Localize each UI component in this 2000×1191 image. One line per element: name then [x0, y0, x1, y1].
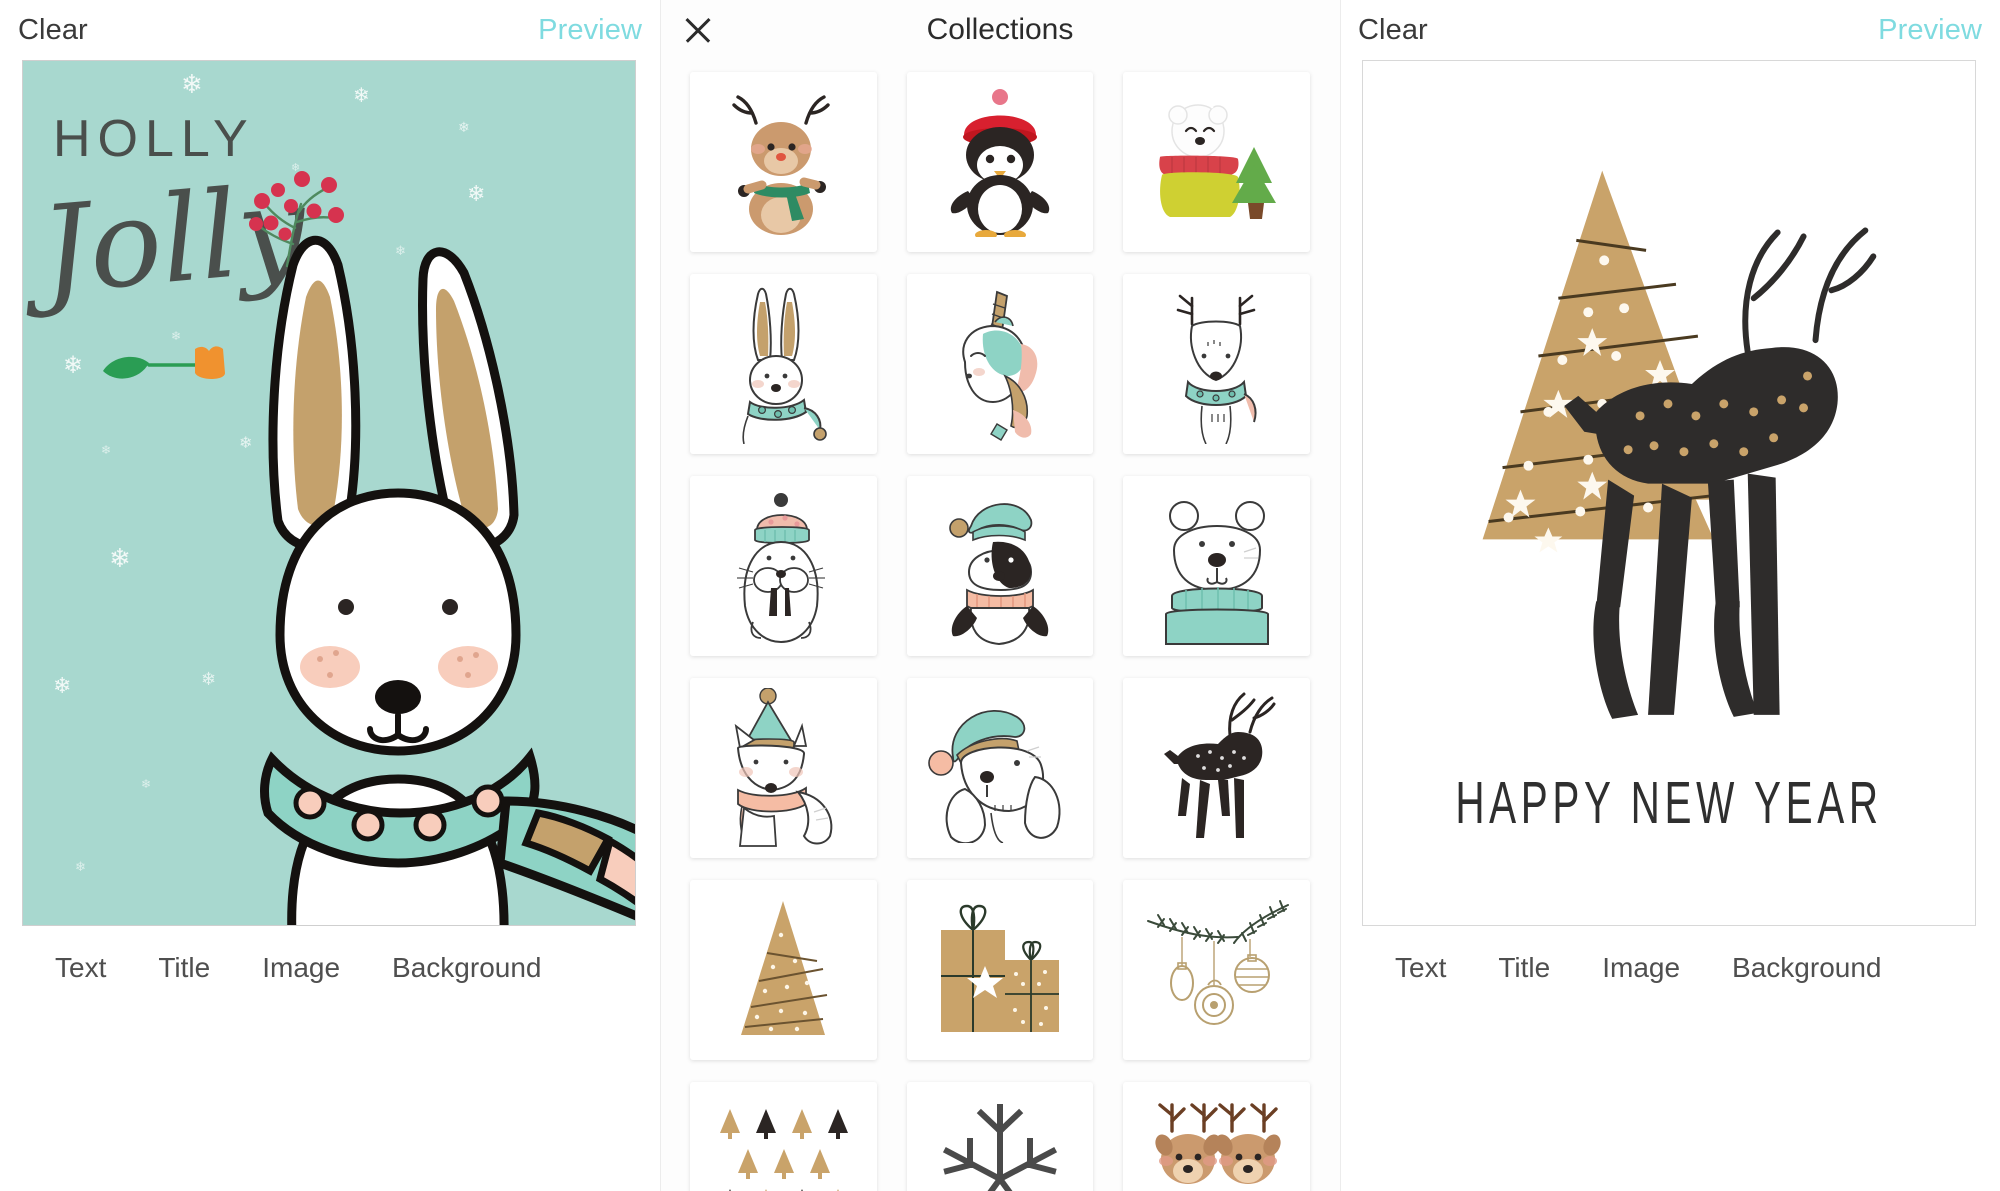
- two-reindeer-heads-icon: [1155, 1103, 1281, 1184]
- sticker-tile[interactable]: [690, 476, 877, 656]
- snowflake-icon: ❄: [75, 859, 86, 874]
- sticker-tile[interactable]: [906, 1082, 1094, 1191]
- toolbar-item-text[interactable]: Text: [55, 952, 106, 984]
- toolbar-item-title[interactable]: Title: [1498, 952, 1550, 984]
- right-card-wrap: HAPPY NEW YEAR: [1340, 60, 2000, 926]
- sticker-tile[interactable]: [1123, 880, 1310, 1060]
- sticker-tile[interactable]: [690, 678, 877, 858]
- sticker-tile[interactable]: [1123, 678, 1310, 858]
- snowflake-icon: ❄: [181, 69, 203, 99]
- toolbar-item-image[interactable]: Image: [1602, 952, 1680, 984]
- sticker-tile[interactable]: [1123, 274, 1310, 454]
- sticker-tile[interactable]: [906, 476, 1094, 656]
- left-header: Clear Preview: [0, 0, 660, 60]
- sticker-tile[interactable]: [906, 678, 1094, 858]
- fox-party-hat-sketch-icon: [735, 688, 833, 847]
- close-icon[interactable]: [680, 12, 716, 48]
- toolbar-item-background[interactable]: Background: [1732, 952, 1881, 984]
- sticker-grid[interactable]: [660, 60, 1340, 1191]
- preview-button[interactable]: Preview: [1878, 14, 1982, 47]
- card-title-holly: HOLLY: [53, 110, 255, 168]
- toolbar-item-background[interactable]: Background: [392, 952, 541, 984]
- polar-bear-mint-sweater-sketch-icon: [1164, 501, 1269, 645]
- snowflake-icon: ❄: [458, 119, 470, 135]
- card-title-happy-new-year: HAPPY NEW YEAR: [1455, 770, 1883, 837]
- happy-new-year-card[interactable]: HAPPY NEW YEAR: [1362, 60, 1976, 926]
- polar-bear-yellow-sweater-tree-icon: [1158, 104, 1276, 219]
- sticker-tile[interactable]: [1123, 72, 1310, 252]
- sticker-tile[interactable]: [690, 274, 877, 454]
- left-card-wrap: ❄ ❄ ❄ ❄ ❄ ❄ ❄ ❄ ❄ ❄ ❄ ❄ ❄ ❄ ❄ ❄ ❄ HOLLY …: [0, 60, 660, 926]
- holly-jolly-card[interactable]: ❄ ❄ ❄ ❄ ❄ ❄ ❄ ❄ ❄ ❄ ❄ ❄ ❄ ❄ ❄ ❄ ❄ HOLLY …: [22, 60, 636, 926]
- app-root: Clear Preview ❄ ❄ ❄ ❄ ❄ ❄ ❄ ❄ ❄ ❄ ❄ ❄ ❄ …: [0, 0, 2000, 1191]
- sticker-tile[interactable]: [906, 880, 1094, 1060]
- sticker-tile[interactable]: [690, 72, 877, 252]
- left-toolbar: Text Title Image Background: [0, 926, 660, 984]
- snowflake-icon: ❄: [141, 777, 152, 791]
- snowflake-icon: ❄: [353, 85, 370, 107]
- reindeer-green-scarf-icon: [732, 95, 831, 235]
- bunny-illustration: [260, 235, 635, 925]
- collections-panel: Collections: [660, 0, 1340, 1191]
- right-editor-panel: Clear Preview HAPPY NEW YEAR Text Title …: [1340, 0, 2000, 1191]
- snowflake-icon: ❄: [109, 543, 131, 573]
- toolbar-item-text[interactable]: Text: [1395, 952, 1446, 984]
- snowflake-branch-outline-icon: [942, 1104, 1058, 1191]
- gold-gift-boxes-icon: [940, 904, 1059, 1032]
- panel-divider: [1340, 0, 1341, 1191]
- preview-button[interactable]: Preview: [538, 14, 642, 47]
- hanging-ornaments-branches-icon: [1146, 900, 1289, 1025]
- left-editor-panel: Clear Preview ❄ ❄ ❄ ❄ ❄ ❄ ❄ ❄ ❄ ❄ ❄ ❄ ❄ …: [0, 0, 660, 1191]
- snowflake-icon: ❄: [63, 352, 84, 379]
- right-toolbar: Text Title Image Background: [1340, 926, 2000, 984]
- clear-button[interactable]: Clear: [18, 14, 88, 47]
- gold-christmas-tree-icon: [741, 901, 828, 1035]
- walrus-pink-hat-sketch-icon: [737, 493, 826, 644]
- clear-button[interactable]: Clear: [1358, 14, 1428, 47]
- sticker-tile[interactable]: [1123, 476, 1310, 656]
- deer-head-mint-scarf-sketch-icon: [1176, 294, 1257, 444]
- bunny-mint-scarf-sketch-icon: [742, 287, 828, 444]
- sticker-tile[interactable]: [690, 1082, 877, 1191]
- snowflake-icon: ❄: [201, 669, 217, 689]
- tree-pattern-gold-black-icon: [720, 1109, 849, 1191]
- collections-header: Collections: [660, 0, 1340, 60]
- unicorn-head-sketch-icon: [962, 290, 1038, 441]
- toolbar-item-image[interactable]: Image: [262, 952, 340, 984]
- black-deer-silhouette-icon: [1163, 692, 1276, 838]
- penguin-mint-hat-pink-scarf-sketch-icon: [949, 503, 1049, 646]
- right-header: Clear Preview: [1340, 0, 2000, 60]
- sticker-tile[interactable]: [906, 274, 1094, 454]
- snowflake-icon: ❄: [467, 181, 486, 206]
- tulip-icon: [103, 346, 225, 379]
- sticker-tile[interactable]: [690, 880, 877, 1060]
- snowflake-icon: ❄: [53, 673, 72, 698]
- toolbar-item-title[interactable]: Title: [158, 952, 210, 984]
- sticker-tile[interactable]: [1123, 1082, 1310, 1191]
- dog-nightcap-sketch-icon: [928, 710, 1061, 843]
- penguin-red-hat-icon: [950, 89, 1050, 237]
- snowflake-icon: ❄: [101, 443, 112, 457]
- collections-title: Collections: [926, 13, 1074, 46]
- sticker-tile[interactable]: [906, 72, 1094, 252]
